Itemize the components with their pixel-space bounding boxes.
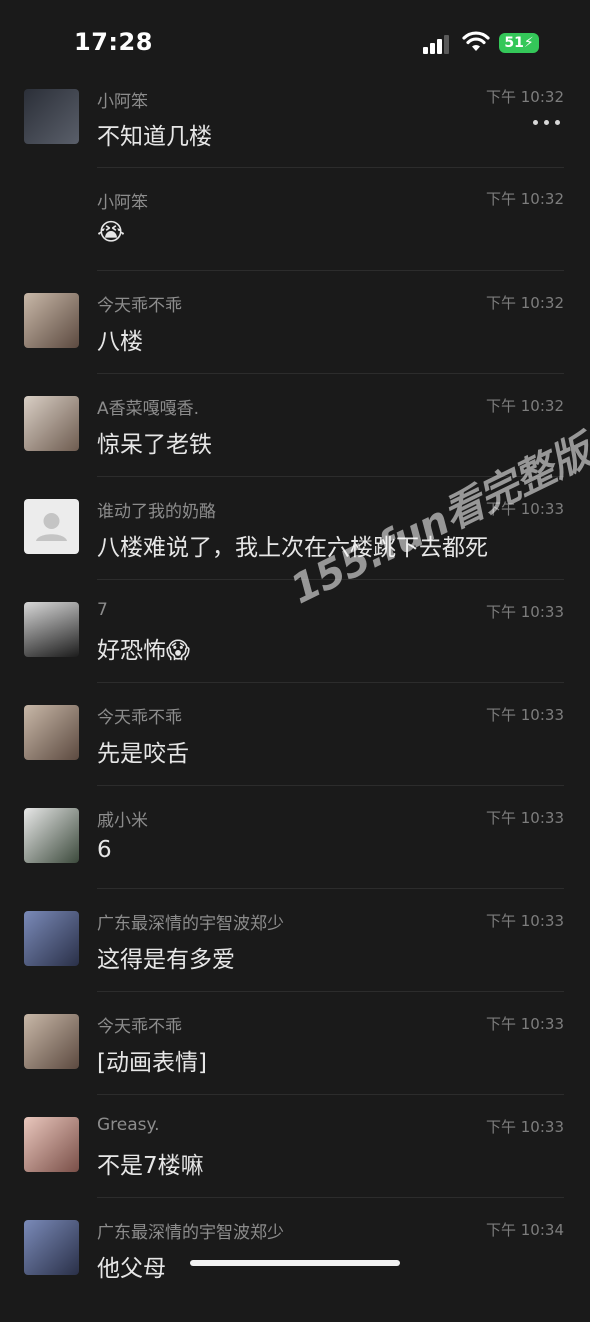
default-avatar-icon xyxy=(36,513,67,541)
message-time: 下午 10:32 xyxy=(486,397,564,415)
avatar[interactable] xyxy=(24,911,79,966)
avatar[interactable] xyxy=(24,1220,79,1275)
message-time: 下午 10:32 xyxy=(486,88,564,106)
sender-name: 7 xyxy=(97,600,108,620)
message-item[interactable]: 小阿笨 下午 10:32 😭 xyxy=(0,188,590,291)
sender-name: 谁动了我的奶酪 xyxy=(97,502,216,522)
message-item[interactable]: 今天乖不乖 下午 10:33 [动画表情] xyxy=(0,1013,590,1116)
divider xyxy=(97,888,564,889)
divider xyxy=(97,682,564,683)
message-time: 下午 10:33 xyxy=(486,706,564,724)
message-list[interactable]: 小阿笨 下午 10:32 不知道几楼 小阿笨 下午 10:32 😭 今天乖不乖 … xyxy=(0,0,590,1282)
avatar[interactable] xyxy=(24,705,79,760)
emoji: 😭 xyxy=(97,218,126,246)
message-time: 下午 10:33 xyxy=(486,912,564,930)
message-text: 八楼 xyxy=(97,329,143,355)
divider xyxy=(97,991,564,992)
divider xyxy=(97,785,564,786)
divider xyxy=(97,167,564,168)
message-item[interactable]: 今天乖不乖 下午 10:33 先是咬舌 xyxy=(0,704,590,807)
message-text: 不是7楼嘛 xyxy=(97,1153,204,1179)
sender-name: 今天乖不乖 xyxy=(97,708,182,728)
message-item[interactable]: 戚小米 下午 10:33 6 xyxy=(0,807,590,910)
avatar[interactable] xyxy=(24,602,79,657)
message-item[interactable]: 小阿笨 下午 10:32 不知道几楼 xyxy=(0,85,590,188)
message-time: 下午 10:33 xyxy=(486,1118,564,1136)
sender-name: 小阿笨 xyxy=(97,92,148,112)
sender-name: 戚小米 xyxy=(97,811,148,831)
message-time: 下午 10:33 xyxy=(486,1015,564,1033)
divider xyxy=(97,270,564,271)
home-indicator[interactable] xyxy=(190,1260,400,1266)
message-time: 下午 10:33 xyxy=(486,603,564,621)
message-text: 先是咬舌 xyxy=(97,741,189,767)
divider xyxy=(97,1094,564,1095)
sender-name: 小阿笨 xyxy=(97,193,148,213)
message-text: 好恐怖😱 xyxy=(97,638,190,664)
message-item[interactable]: 7 下午 10:33 好恐怖😱 xyxy=(0,600,590,704)
avatar[interactable] xyxy=(24,808,79,863)
avatar[interactable] xyxy=(24,89,79,144)
message-time: 下午 10:33 xyxy=(486,809,564,827)
divider xyxy=(97,1197,564,1198)
divider xyxy=(97,373,564,374)
sender-name: 今天乖不乖 xyxy=(97,296,182,316)
message-text: 6 xyxy=(97,837,112,863)
message-item[interactable]: 广东最深情的宇智波郑少 下午 10:34 他父母 xyxy=(0,1219,590,1322)
message-text: 这得是有多爱 xyxy=(97,947,235,973)
sender-name: Greasy. xyxy=(97,1115,160,1135)
more-options-icon[interactable] xyxy=(533,120,563,128)
avatar[interactable] xyxy=(24,396,79,451)
message-text: [动画表情] xyxy=(97,1050,207,1076)
message-text: 惊呆了老铁 xyxy=(97,432,212,458)
avatar[interactable] xyxy=(24,293,79,348)
message-time: 下午 10:32 xyxy=(486,294,564,312)
avatar[interactable] xyxy=(24,1117,79,1172)
sender-name: A香菜嘎嘎香. xyxy=(97,399,200,419)
message-item[interactable]: 广东最深情的宇智波郑少 下午 10:33 这得是有多爱 xyxy=(0,910,590,1013)
message-time: 下午 10:32 xyxy=(486,190,564,208)
message-text: 不知道几楼 xyxy=(97,124,212,150)
avatar[interactable] xyxy=(24,499,79,554)
message-item[interactable]: Greasy. 下午 10:33 不是7楼嘛 xyxy=(0,1115,590,1219)
message-time: 下午 10:34 xyxy=(486,1221,564,1239)
avatar[interactable] xyxy=(24,1014,79,1069)
message-text: 他父母 xyxy=(97,1256,166,1282)
message-item[interactable]: 今天乖不乖 下午 10:32 八楼 xyxy=(0,292,590,395)
sender-name: 广东最深情的宇智波郑少 xyxy=(97,1223,284,1243)
sender-name: 广东最深情的宇智波郑少 xyxy=(97,914,284,934)
sender-name: 今天乖不乖 xyxy=(97,1017,182,1037)
